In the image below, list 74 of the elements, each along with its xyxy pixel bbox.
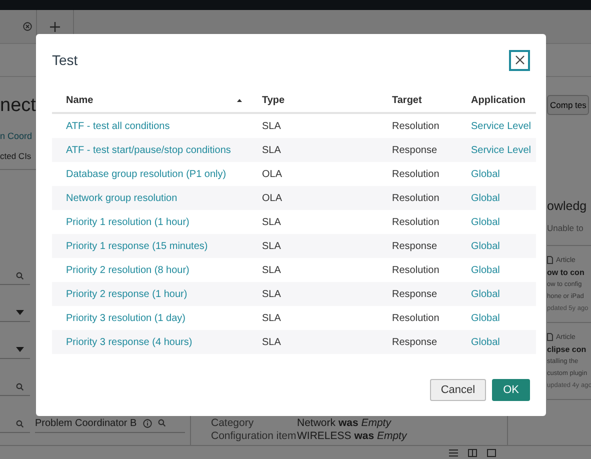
search-icon [16, 382, 24, 390]
single-view-icon[interactable] [487, 448, 496, 456]
table-cell: Response [392, 144, 438, 156]
dialog-title: Test [52, 52, 78, 68]
list-view-icon[interactable] [449, 448, 458, 456]
table-cell: Response [392, 240, 438, 252]
cancel-button[interactable]: Cancel [430, 379, 486, 401]
side-button[interactable]: Comp tes [547, 95, 590, 115]
application-link[interactable]: Global [471, 264, 500, 276]
application-link[interactable]: Global [471, 312, 500, 324]
activity-label: Configuration item [211, 430, 297, 443]
close-icon [514, 55, 524, 65]
split-view-icon[interactable] [468, 448, 477, 456]
search-icon [16, 420, 24, 428]
column-header[interactable]: Application [471, 94, 536, 106]
table-cell: OLA [262, 192, 282, 204]
name-link[interactable]: ATF - test all conditions [66, 120, 170, 132]
name-link[interactable]: Priority 3 resolution (1 day) [66, 312, 186, 324]
coordinator-link[interactable]: n Coord [0, 131, 32, 141]
table-cell: Resolution [392, 168, 440, 180]
name-link[interactable]: Network group resolution [66, 192, 178, 204]
application-link[interactable]: Global [471, 192, 500, 204]
caret-icon [16, 347, 24, 352]
search-icon [158, 419, 166, 427]
application-link[interactable]: Global [471, 216, 500, 228]
application-link[interactable]: Global [471, 336, 500, 348]
activity-value: WIRELESS was Empty [297, 430, 407, 443]
column-header[interactable]: Name [66, 94, 262, 106]
table-cell: SLA [262, 312, 281, 324]
activity-value: Network was Empty [297, 417, 391, 430]
application-link[interactable]: Global [471, 288, 500, 300]
info-icon [142, 418, 152, 428]
table-cell: SLA [262, 120, 281, 132]
table-cell: Resolution [392, 120, 440, 132]
ok-button[interactable]: OK [492, 379, 530, 401]
table-cell: Response [392, 336, 438, 348]
table-cell: SLA [262, 240, 281, 252]
name-link[interactable]: Priority 3 response (4 hours) [66, 336, 192, 348]
table-cell: Resolution [392, 264, 440, 276]
table-cell: OLA [262, 168, 282, 180]
table-cell: SLA [262, 288, 281, 300]
table-cell: SLA [262, 264, 281, 276]
table-cell: SLA [262, 336, 281, 348]
table-cell: Resolution [392, 312, 440, 324]
document-icon [547, 256, 553, 264]
application-link[interactable]: Service Level [471, 144, 532, 156]
knowledge-heading: owledg [547, 199, 587, 213]
name-link[interactable]: Priority 2 resolution (8 hour) [66, 264, 190, 276]
application-link[interactable]: Global [471, 240, 500, 252]
name-link[interactable]: Priority 1 response (15 minutes) [66, 240, 208, 252]
close-button[interactable] [509, 50, 530, 70]
knowledge-note: Unable to [547, 223, 591, 246]
document-icon [547, 333, 553, 341]
column-header[interactable]: Target [392, 94, 442, 106]
search-icon [16, 272, 24, 280]
table-cell: Resolution [392, 216, 440, 228]
name-link[interactable]: Database group resolution (P1 only) [66, 168, 226, 180]
name-link[interactable]: ATF - test start/pause/stop conditions [66, 144, 231, 156]
table-cell: Resolution [392, 192, 440, 204]
name-link[interactable]: Priority 2 response (1 hour) [66, 288, 188, 300]
activity-label: Category [211, 417, 255, 430]
close-tab-icon[interactable] [23, 22, 32, 31]
article-title: clipse con [547, 345, 586, 354]
caret-icon [16, 310, 24, 315]
page-heading: nect [0, 94, 36, 118]
table-cell: Response [392, 288, 438, 300]
plus-icon[interactable] [50, 22, 60, 32]
application-link[interactable]: Service Level [471, 120, 532, 132]
table-cell: SLA [262, 144, 281, 156]
name-link[interactable]: Priority 1 resolution (1 hour) [66, 216, 190, 228]
application-link[interactable]: Global [471, 168, 500, 180]
column-header[interactable]: Type [262, 94, 305, 106]
article-title: ow to con [547, 268, 584, 277]
table-cell: SLA [262, 216, 281, 228]
